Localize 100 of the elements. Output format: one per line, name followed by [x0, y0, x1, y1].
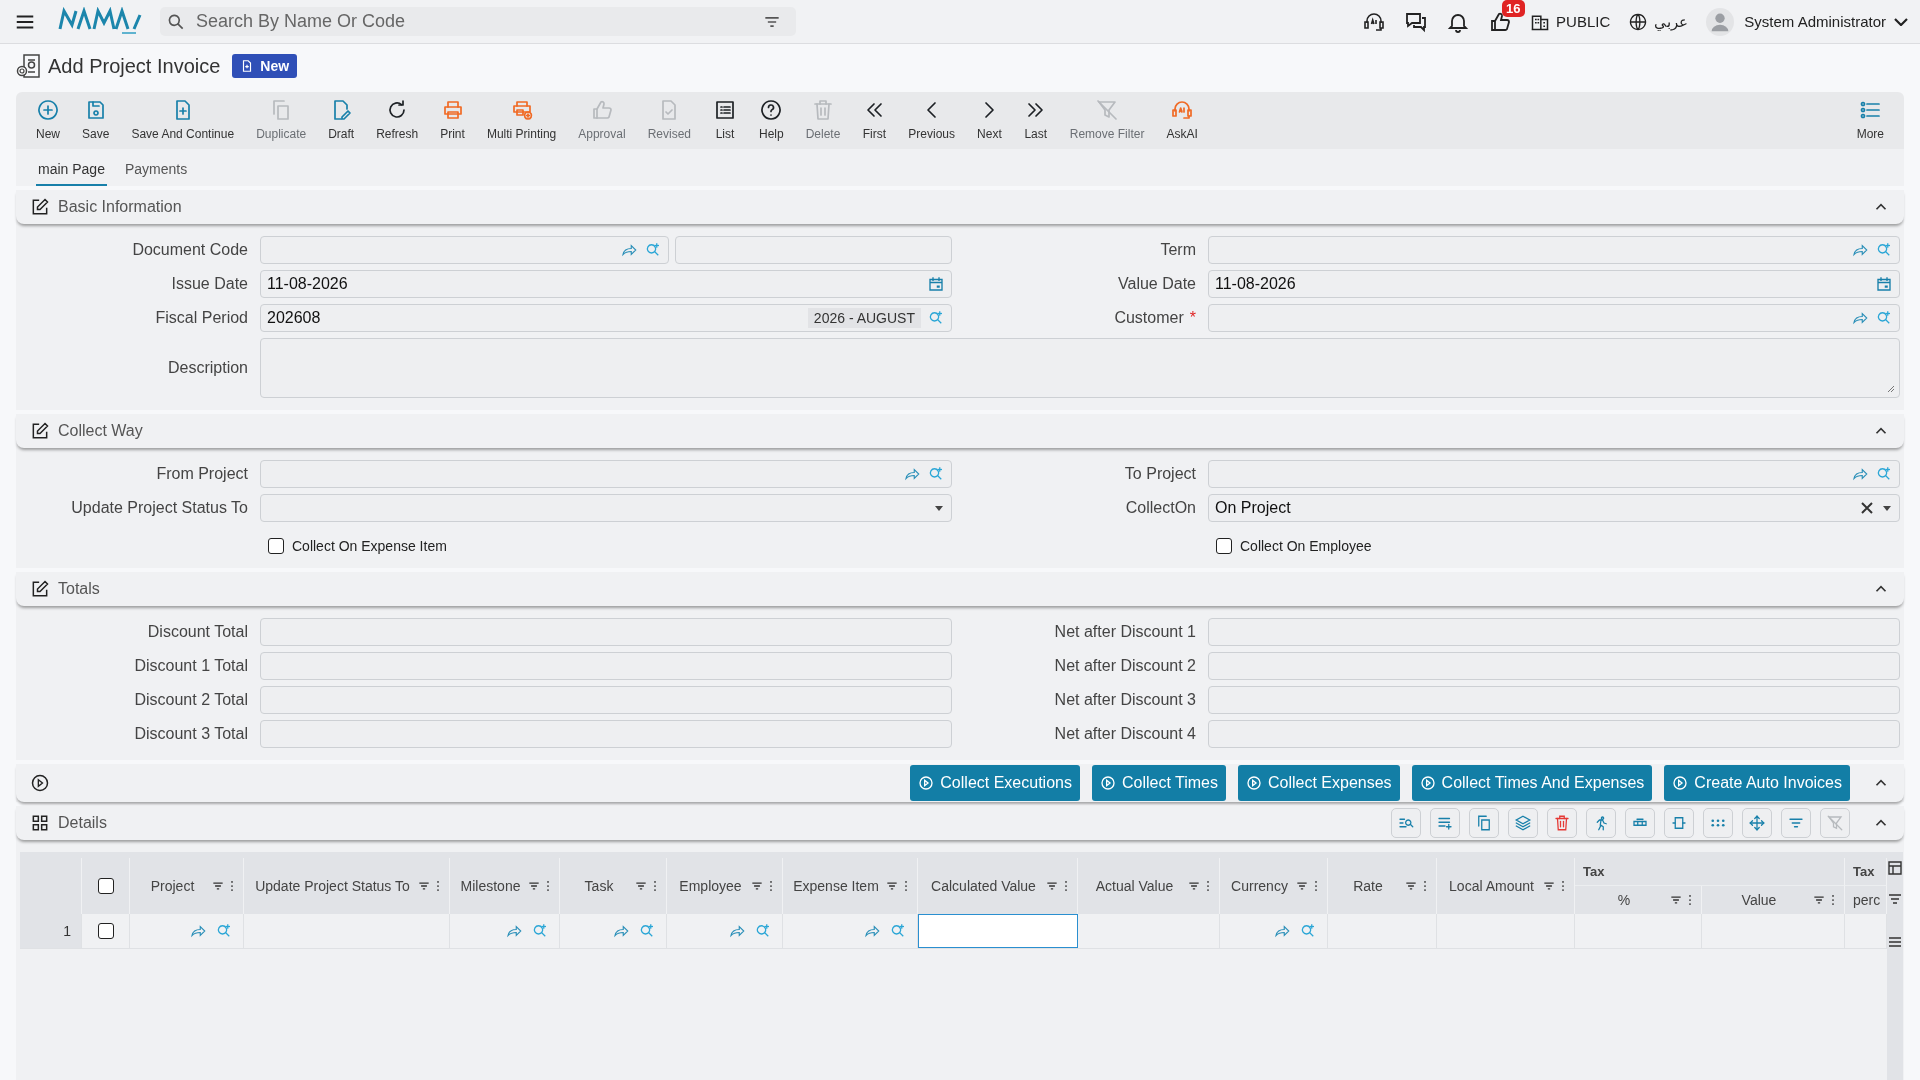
- column-header[interactable]: Calculated Value: [926, 878, 1041, 894]
- calendar-icon[interactable]: [927, 275, 945, 293]
- select-field[interactable]: On Project: [1208, 494, 1900, 522]
- filter-button[interactable]: [1781, 808, 1811, 838]
- column-menu-icon[interactable]: [903, 879, 909, 893]
- select-field[interactable]: [260, 494, 952, 522]
- toolbar-button[interactable]: Last: [1013, 98, 1058, 141]
- column-menu-icon[interactable]: [229, 879, 235, 893]
- resize-grip-icon[interactable]: [1885, 383, 1895, 393]
- input-field[interactable]: [1208, 618, 1900, 646]
- fit-button[interactable]: [1664, 808, 1694, 838]
- focused-cell[interactable]: [918, 914, 1078, 948]
- input-field[interactable]: [1208, 686, 1900, 714]
- toolbar-button[interactable]: Draft: [318, 98, 365, 141]
- toolbar-button[interactable]: Help: [749, 98, 794, 141]
- clear-icon[interactable]: [1859, 500, 1875, 516]
- lookup-field[interactable]: [260, 236, 669, 264]
- column-header[interactable]: Project: [138, 878, 207, 894]
- filter-icon[interactable]: [211, 879, 225, 893]
- delete-button[interactable]: [1547, 808, 1577, 838]
- action-button[interactable]: Collect Times: [1091, 765, 1226, 801]
- filter-icon[interactable]: [417, 879, 431, 893]
- toolbar-button[interactable]: Previous: [898, 98, 966, 141]
- toolbar-button[interactable]: Save And Continue: [121, 98, 245, 141]
- calendar-icon[interactable]: [1875, 275, 1893, 293]
- column-header[interactable]: Update Project Status To: [252, 878, 413, 894]
- filter-icon[interactable]: [527, 879, 541, 893]
- toolbar-button[interactable]: Print: [430, 98, 475, 141]
- column-header[interactable]: Local Amount: [1445, 878, 1538, 894]
- input-field[interactable]: [260, 720, 952, 748]
- search-list-button[interactable]: [1391, 808, 1421, 838]
- search-input[interactable]: Search By Name Or Code: [194, 10, 754, 33]
- company-selector[interactable]: PUBLIC: [1530, 11, 1611, 32]
- toolbar-button[interactable]: Save: [72, 98, 120, 141]
- column-header[interactable]: Task: [568, 878, 630, 894]
- section-header[interactable]: Totals: [16, 572, 1904, 606]
- search-field[interactable]: Search By Name Or Code: [160, 7, 796, 36]
- tab[interactable]: main Page: [36, 157, 107, 186]
- toolbar-button[interactable]: List: [703, 98, 747, 141]
- runner-button[interactable]: [1586, 808, 1616, 838]
- column-header[interactable]: Currency: [1228, 878, 1291, 894]
- toolbar-button[interactable]: AskAI: [1156, 98, 1208, 141]
- section-header[interactable]: Basic Information: [16, 190, 1904, 224]
- action-button[interactable]: Collect Executions: [910, 765, 1080, 801]
- date-field[interactable]: 11-08-2026: [260, 270, 952, 298]
- filter-icon[interactable]: [1404, 879, 1418, 893]
- input-field[interactable]: [260, 686, 952, 714]
- language-selector[interactable]: عربي: [1628, 11, 1689, 32]
- dots-button[interactable]: [1703, 808, 1733, 838]
- filter-icon[interactable]: [1045, 879, 1059, 893]
- lookup-field[interactable]: [260, 460, 952, 488]
- filter-icon[interactable]: [1669, 893, 1683, 907]
- action-button[interactable]: Create Auto Invoices: [1664, 765, 1850, 801]
- date-field[interactable]: 11-08-2026: [1208, 270, 1900, 298]
- table-settings-icon[interactable]: [1887, 860, 1903, 876]
- column-menu-icon[interactable]: [1205, 879, 1211, 893]
- toolbar-button[interactable]: Refresh: [366, 98, 429, 141]
- filter-icon[interactable]: [634, 879, 648, 893]
- input-field[interactable]: [260, 618, 952, 646]
- column-header[interactable]: Value: [1710, 892, 1808, 908]
- toolbar-button[interactable]: Multi Printing: [476, 98, 567, 141]
- layers-button[interactable]: [1508, 808, 1538, 838]
- filter-icon[interactable]: [1295, 879, 1309, 893]
- toolbar-button[interactable]: New: [26, 98, 70, 141]
- column-menu-icon[interactable]: [652, 879, 658, 893]
- input-field[interactable]: [675, 236, 952, 264]
- filter-icon[interactable]: [750, 879, 764, 893]
- checkbox[interactable]: [97, 923, 114, 939]
- column-header[interactable]: perc: [1853, 892, 1881, 908]
- checkbox[interactable]: [1216, 538, 1232, 554]
- column-header[interactable]: Employee: [675, 878, 746, 894]
- copy-button[interactable]: [1469, 808, 1499, 838]
- action-button[interactable]: Collect Times And Expenses: [1411, 765, 1653, 801]
- section-header[interactable]: Collect Way: [16, 414, 1904, 448]
- input-field[interactable]: [1208, 652, 1900, 680]
- user-menu[interactable]: System Administrator: [1744, 13, 1908, 30]
- checkbox[interactable]: [97, 878, 114, 894]
- column-menu-icon[interactable]: [1560, 879, 1566, 893]
- filter-icon[interactable]: [1812, 893, 1826, 907]
- column-menu-icon[interactable]: [768, 879, 774, 893]
- filter-icon[interactable]: [1542, 879, 1556, 893]
- move-button[interactable]: [1742, 808, 1772, 838]
- column-header[interactable]: %: [1583, 892, 1665, 908]
- checkbox[interactable]: [268, 538, 284, 554]
- lookup-field[interactable]: 202608 2026 - AUGUST: [260, 304, 952, 332]
- toolbar-button[interactable]: Next: [967, 98, 1012, 141]
- columns-button[interactable]: [1625, 808, 1655, 838]
- avatar-icon[interactable]: [1706, 7, 1735, 36]
- column-header[interactable]: Actual Value: [1086, 878, 1183, 894]
- column-menu-icon[interactable]: [545, 879, 551, 893]
- column-header[interactable]: Expense Item: [791, 878, 881, 894]
- input-field[interactable]: [260, 652, 952, 680]
- column-menu-icon[interactable]: [1830, 893, 1836, 907]
- add-row-button[interactable]: [1430, 808, 1460, 838]
- column-menu-icon[interactable]: [1313, 879, 1319, 893]
- column-header[interactable]: Milestone: [458, 878, 523, 894]
- column-menu-icon[interactable]: [435, 879, 441, 893]
- column-menu-icon[interactable]: [1063, 879, 1069, 893]
- input-field[interactable]: [1208, 720, 1900, 748]
- column-header[interactable]: Rate: [1336, 878, 1400, 894]
